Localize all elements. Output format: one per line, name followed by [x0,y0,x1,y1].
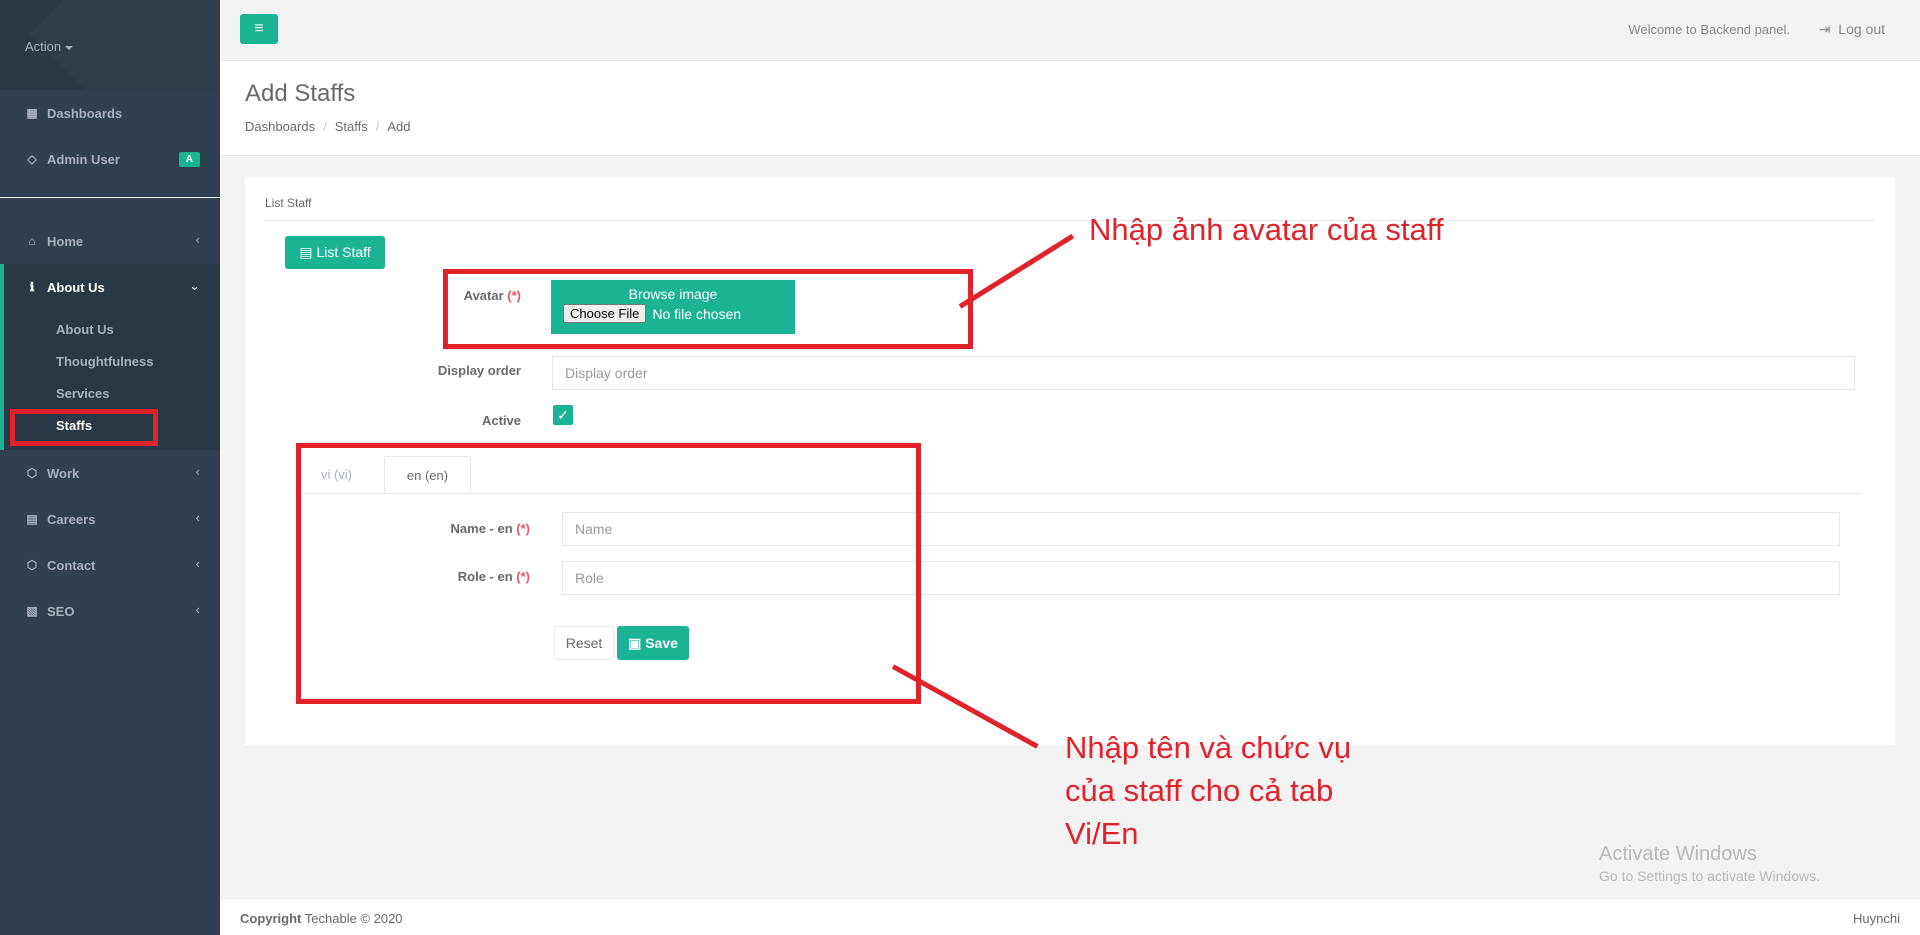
tabs-annotation-line3: Vi/En [1065,816,1139,851]
submenu-item-services[interactable]: Services [4,378,220,410]
list-staff-label: List Staff [316,244,371,260]
admin-badge: A [178,152,200,167]
sidebar-item-admin-user[interactable]: ◇ Admin User A [0,136,220,182]
staffs-highlight-box [10,409,158,446]
breadcrumb-staffs[interactable]: Staffs [335,119,368,134]
home-icon: ⌂ [28,234,36,248]
watermark-title: Activate Windows [1599,843,1757,865]
sidebar-item-about-us[interactable]: ℹ About Us ⌄ [0,264,220,310]
grid-icon: ▦ [26,106,38,120]
check-icon: ✓ [557,407,569,423]
page-title: Add Staffs [245,80,356,107]
active-label: Active [481,413,521,428]
display-order-input[interactable]: Display order [552,356,1855,390]
display-order-label: Display order [437,363,521,378]
sidebar-divider [0,197,220,198]
cube-icon: ⬡ [26,466,38,480]
sidebar-item-label: About Us [47,279,105,295]
sidebar-item-label: SEO [47,603,75,619]
chevron-left-icon: ‹ [195,556,200,571]
action-label: Action [25,39,62,54]
breadcrumb-add: Add [387,119,411,134]
tabs-annotation-line1: Nhập tên và chức vụ [1065,730,1352,765]
tabs-annotation-line2: của staff cho cả tab [1065,773,1334,808]
id-card-icon: ▤ [26,512,38,526]
sidebar-item-contact[interactable]: ⬡ Contact ‹ [0,542,220,588]
avatar-highlight-box [443,269,973,349]
footer-author: Huynchi [1853,911,1900,926]
hamburger-icon: ≡ [254,20,264,37]
welcome-text: Welcome to Backend panel. [1628,22,1790,37]
footer-copyright: Copyright Techable © 2020 [240,911,403,926]
footer: Copyright Techable © 2020 Huynchi [220,898,1920,935]
sidebar-item-label: Home [47,233,84,249]
page-heading: Add Staffs Dashboards / Staffs / Add [220,61,1920,156]
chevron-down-icon: ⌄ [189,278,200,293]
cube-icon: ⬡ [26,558,38,572]
file-icon: ▧ [26,604,38,618]
sidebar-item-label: Contact [47,557,96,573]
sidebar-header: Action [0,0,220,90]
active-checkbox[interactable]: ✓ [553,405,573,425]
list-staff-button[interactable]: ▤ List Staff [285,236,385,269]
action-dropdown[interactable]: Action [25,39,74,54]
sidebar: Action ▦ Dashboards ◇ Admin User A ⌂ Hom… [0,0,220,935]
submenu-item-thoughtfulness[interactable]: Thoughtfulness [4,346,220,378]
sidebar-item-label: Careers [47,511,96,527]
list-icon: ▤ [299,244,313,260]
copyright-label: Copyright [240,911,302,926]
info-icon: ℹ [29,280,35,294]
chevron-left-icon: ‹ [195,232,200,247]
chevron-left-icon: ‹ [195,510,200,525]
sidebar-item-label: Dashboards [47,105,123,121]
chevron-left-icon: ‹ [195,464,200,479]
breadcrumb-dashboards[interactable]: Dashboards [245,119,315,134]
caret-down-icon [65,45,74,50]
windows-activation-watermark: Activate Windows Go to Settings to activ… [1599,843,1820,884]
sidebar-item-home[interactable]: ⌂ Home ‹ [0,218,220,264]
sidebar-item-work[interactable]: ⬡ Work ‹ [0,450,220,496]
logout-label: Log out [1838,21,1885,37]
chevron-left-icon: ‹ [195,602,200,617]
sign-out-icon: ⇥ [1818,21,1831,37]
submenu-item-about-us[interactable]: About Us [4,314,220,346]
panel-divider [265,220,1875,221]
breadcrumb: Dashboards / Staffs / Add [245,119,411,134]
sidebar-item-dashboards[interactable]: ▦ Dashboards [0,90,220,136]
watermark-subtitle: Go to Settings to activate Windows. [1599,868,1820,884]
panel-title: List Staff [265,196,312,210]
menu-toggle-button[interactable]: ≡ [240,14,278,44]
sidebar-item-seo[interactable]: ▧ SEO ‹ [0,588,220,634]
top-navbar: ≡ Welcome to Backend panel. ⇥ Log out [220,0,1920,61]
copyright-text: Techable © 2020 [304,911,403,926]
diamond-icon: ◇ [27,152,37,166]
logout-link[interactable]: ⇥ Log out [1819,21,1885,38]
sidebar-item-label: Work [47,465,80,481]
sidebar-item-careers[interactable]: ▤ Careers ‹ [0,496,220,542]
tabs-highlight-box [296,443,921,704]
avatar-annotation: Nhập ảnh avatar của staff [1089,212,1444,247]
sidebar-item-label: Admin User [47,151,120,167]
